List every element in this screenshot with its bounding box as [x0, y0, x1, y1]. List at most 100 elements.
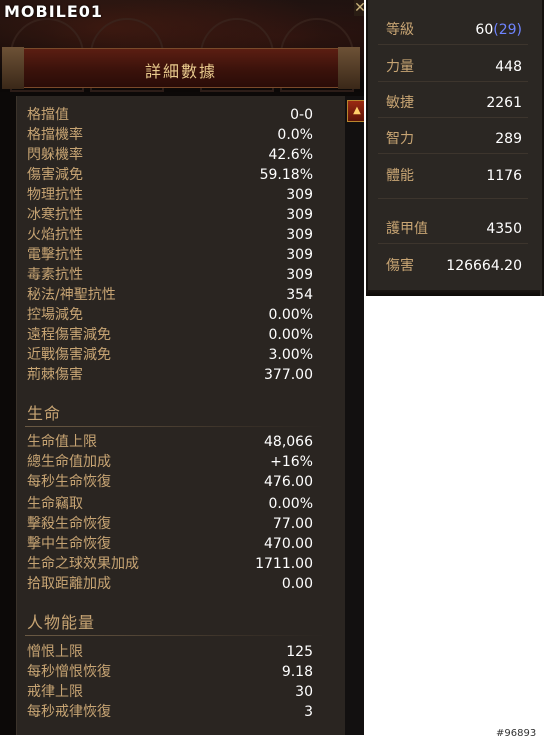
level-number: 60 — [475, 22, 494, 38]
stat-value: 1711.00 — [255, 556, 313, 572]
stat-label: 傷害減免 — [27, 167, 83, 183]
armor-value: 4350 — [486, 221, 522, 237]
divider — [378, 44, 528, 45]
section-divider — [25, 426, 325, 427]
close-icon[interactable]: ✕ — [354, 0, 364, 16]
stat-value: 0.00% — [268, 496, 313, 512]
damage-row: 傷害 126664.20 — [368, 255, 542, 277]
stat-value: 0.00% — [268, 327, 313, 343]
divider — [378, 81, 528, 82]
stat-row: 物理抗性 309 — [17, 185, 329, 205]
divider — [378, 243, 528, 244]
stat-value: 470.00 — [264, 536, 313, 552]
stat-label: 每秒憎恨恢復 — [27, 664, 111, 680]
stat-label: 毒素抗性 — [27, 267, 83, 283]
stat-value: 0-0 — [290, 107, 313, 123]
stat-value: 309 — [286, 247, 313, 263]
stat-label: 荊棘傷害 — [27, 367, 83, 383]
stat-row: 生命竊取 0.00% — [17, 494, 329, 514]
stat-value: 59.18% — [259, 167, 313, 183]
stat-row: 戒律上限 30 — [17, 682, 329, 702]
stat-value: 77.00 — [272, 516, 313, 532]
stat-label: 閃躲機率 — [27, 147, 83, 163]
stat-row: 每秒戒律恢復 3 — [17, 702, 329, 722]
stat-label: 格擋機率 — [27, 127, 83, 143]
attribute-value: 448 — [495, 59, 522, 75]
stat-value: 9.18 — [281, 664, 313, 680]
section-heading-life: 生命 — [27, 404, 62, 423]
stat-label: 物理抗性 — [27, 187, 83, 203]
watermark-logo: MOBILE01 — [4, 2, 104, 21]
stat-value: 0.00 — [281, 576, 313, 592]
panel-title: 詳細數據 — [144, 62, 217, 81]
stat-row: 拾取距離加成 0.00 — [17, 574, 329, 594]
stat-row: 電擊抗性 309 — [17, 245, 329, 265]
stat-value: 30 — [295, 684, 313, 700]
divider — [378, 198, 528, 199]
stat-row: 生命值上限 48,066 — [17, 432, 329, 452]
stat-value: 309 — [286, 267, 313, 283]
attribute-row: 智力 289 — [368, 128, 542, 150]
stat-row: 控場減免 0.00% — [17, 305, 329, 325]
stat-row: 傷害減免 59.18% — [17, 165, 329, 185]
stat-label: 戒律上限 — [27, 684, 83, 700]
damage-value: 126664.20 — [446, 258, 522, 274]
stat-row: 冰寒抗性 309 — [17, 205, 329, 225]
stat-label: 生命之球效果加成 — [27, 556, 139, 572]
stat-label: 火焰抗性 — [27, 227, 83, 243]
attribute-row: 敏捷 2261 — [368, 92, 542, 114]
stat-value: 309 — [286, 187, 313, 203]
divider — [378, 153, 528, 154]
stat-label: 遠程傷害減免 — [27, 327, 111, 343]
stat-row: 憎恨上限 125 — [17, 642, 329, 662]
stat-value: 0.0% — [277, 127, 313, 143]
stat-row: 每秒生命恢復 476.00 — [17, 472, 329, 492]
stat-row: 秘法/神聖抗性 354 — [17, 285, 329, 305]
stat-value: 309 — [286, 227, 313, 243]
stat-label: 近戰傷害減免 — [27, 347, 111, 363]
stat-value: 48,066 — [264, 434, 313, 450]
paragon-level: (29) — [493, 22, 522, 38]
title-bar: 詳細數據 — [2, 47, 360, 89]
triangle-up-icon[interactable]: ▲ — [347, 100, 364, 122]
stat-value: 125 — [286, 644, 313, 660]
stat-row: 閃躲機率 42.6% — [17, 145, 329, 165]
armor-row: 護甲值 4350 — [368, 218, 542, 240]
stat-label: 電擊抗性 — [27, 247, 83, 263]
stat-label: 冰寒抗性 — [27, 207, 83, 223]
stat-label: 拾取距離加成 — [27, 576, 111, 592]
stat-value: 354 — [286, 287, 313, 303]
stat-label: 憎恨上限 — [27, 644, 83, 660]
stat-row: 每秒憎恨恢復 9.18 — [17, 662, 329, 682]
stat-value: 377.00 — [264, 367, 313, 383]
stat-value: 3.00% — [268, 347, 313, 363]
damage-label: 傷害 — [386, 258, 414, 274]
divider — [378, 117, 528, 118]
stat-row: 近戰傷害減免 3.00% — [17, 345, 329, 365]
stat-row: 擊殺生命恢復 77.00 — [17, 514, 329, 534]
stat-label: 每秒生命恢復 — [27, 474, 111, 490]
stat-row: 擊中生命恢復 470.00 — [17, 534, 329, 554]
stat-label: 擊中生命恢復 — [27, 536, 111, 552]
stat-label: 秘法/神聖抗性 — [27, 287, 116, 303]
attribute-label: 力量 — [386, 59, 414, 75]
details-panel: MOBILE01 ✕ 詳細數據 ▲ 格擋值 0-0 格擋機率 0.0% 閃躲機率 42… — [0, 0, 364, 735]
scrollbar[interactable]: ▲ — [345, 96, 364, 735]
stat-value: 0.00% — [268, 307, 313, 323]
stat-label: 擊殺生命恢復 — [27, 516, 111, 532]
stat-value: 476.00 — [264, 474, 313, 490]
armor-label: 護甲值 — [386, 221, 428, 237]
stat-row: 火焰抗性 309 — [17, 225, 329, 245]
attribute-label: 體能 — [386, 168, 414, 184]
image-tag: #96893 — [496, 728, 537, 739]
stat-value: 42.6% — [268, 147, 313, 163]
stat-row: 格擋值 0-0 — [17, 105, 329, 125]
attribute-value: 2261 — [486, 95, 522, 111]
stat-label: 格擋值 — [27, 107, 69, 123]
panel-bottom-edge — [366, 290, 540, 296]
stat-label: 控場減免 — [27, 307, 83, 323]
stat-label: 每秒戒律恢復 — [27, 704, 111, 720]
stat-row: 生命之球效果加成 1711.00 — [17, 554, 329, 574]
stats-scroll-area[interactable]: ▲ 格擋值 0-0 格擋機率 0.0% 閃躲機率 42.6% 傷害減免 59.18% 物… — [16, 96, 364, 735]
attribute-value: 1176 — [486, 168, 522, 184]
